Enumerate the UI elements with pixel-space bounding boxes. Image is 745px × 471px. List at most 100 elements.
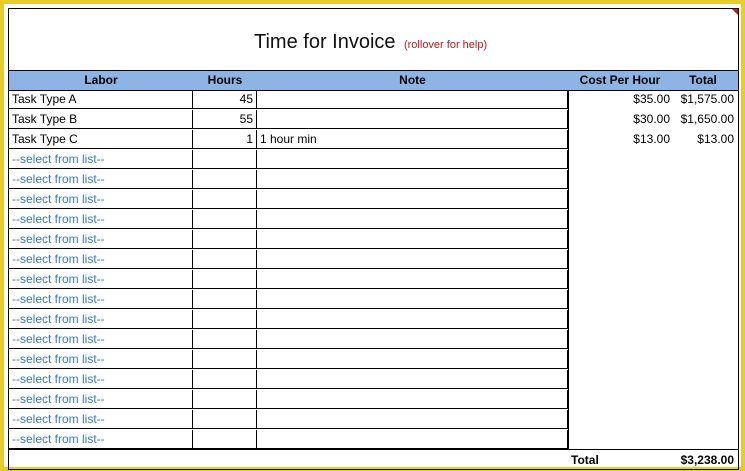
table-row: Task Type B 55 [9,110,569,130]
cost-per-hour-value [569,250,670,270]
note-input[interactable] [257,350,568,369]
total-row: Total $3,238.00 [9,449,738,470]
cost-per-hour-value [569,410,670,430]
page-title: Time for Invoice [254,31,396,53]
row-total-value [671,230,734,250]
note-input[interactable] [257,410,568,429]
note-input[interactable] [257,270,568,289]
hours-input[interactable] [193,430,257,449]
row-total-value [671,370,734,390]
labor-select[interactable]: --select from list-- [9,230,193,249]
labor-select[interactable]: --select from list-- [9,270,193,289]
cost-per-hour-value [569,270,670,290]
labor-select[interactable]: --select from list-- [9,350,193,369]
labor-select[interactable]: --select from list-- [9,430,193,449]
row-total-value: $1,650.00 [680,112,734,126]
table-row: --select from list-- [9,170,569,190]
hours-input[interactable] [193,410,257,429]
hours-input[interactable] [193,190,257,209]
labor-select[interactable]: --select from list-- [9,410,193,429]
note-input[interactable] [257,310,568,329]
labor-select[interactable]: Task Type B [9,110,193,129]
hours-input[interactable] [193,350,257,369]
hours-input[interactable] [193,270,257,289]
table-row: --select from list-- [9,210,569,230]
hours-input[interactable] [193,370,257,389]
labor-select[interactable]: Task Type C [9,130,193,149]
table-row: --select from list-- [9,150,569,170]
hours-input[interactable] [193,290,257,309]
header-hours: Hours [207,73,243,87]
row-total-value [671,350,734,370]
table-header: Labor Hours Note Cost Per Hour Total [9,70,738,91]
hours-input[interactable] [193,310,257,329]
table-row: --select from list-- [9,370,569,390]
table-row: Task Type A 45 [9,90,569,110]
labor-select[interactable]: --select from list-- [9,370,193,389]
table-row: --select from list-- [9,330,569,350]
labor-select[interactable]: --select from list-- [9,290,193,309]
hours-input[interactable] [193,170,257,189]
row-total-value [671,410,734,430]
labor-select[interactable]: --select from list-- [9,170,193,189]
row-total-value: $13.00 [697,132,734,146]
comment-indicator-icon[interactable] [732,9,738,15]
cost-per-hour-value: $13.00 [633,132,670,146]
cost-per-hour-value [569,350,670,370]
labor-select[interactable]: --select from list-- [9,310,193,329]
hours-input[interactable] [193,250,257,269]
header-note: Note [399,73,426,87]
hours-input[interactable] [193,210,257,229]
hours-input[interactable]: 45 [193,90,257,109]
labor-select[interactable]: --select from list-- [9,150,193,169]
table-row: --select from list-- [9,230,569,250]
note-input[interactable] [257,230,568,249]
labor-select[interactable]: --select from list-- [9,210,193,229]
labor-select[interactable]: --select from list-- [9,190,193,209]
labor-select[interactable]: --select from list-- [9,390,193,409]
table-row: --select from list-- [9,430,569,450]
row-total-value [671,150,734,170]
invoice-sheet-frame: Time for Invoice (rollover for help) Lab… [0,0,745,471]
note-input[interactable]: 1 hour min [257,130,568,149]
cost-per-hour-value [569,370,670,390]
cost-per-hour-value [569,310,670,330]
cost-per-hour-value [569,430,670,450]
cost-per-hour-value [569,330,670,350]
cost-per-hour-value: $35.00 [633,92,670,106]
labor-select[interactable]: Task Type A [9,90,193,109]
note-input[interactable] [257,190,568,209]
grid-divider [568,90,569,449]
hours-input[interactable]: 55 [193,110,257,129]
row-total-value [671,250,734,270]
hours-input[interactable] [193,390,257,409]
table-row: --select from list-- [9,270,569,290]
invoice-sheet: Time for Invoice (rollover for help) Lab… [8,8,739,470]
hours-input[interactable] [193,150,257,169]
note-input[interactable] [257,90,568,109]
cost-per-hour-value [569,190,670,210]
note-input[interactable] [257,170,568,189]
note-input[interactable] [257,150,568,169]
cost-per-hour-value: $30.00 [633,112,670,126]
hours-input[interactable] [193,230,257,249]
note-input[interactable] [257,250,568,269]
help-hint[interactable]: (rollover for help) [404,39,487,51]
table-row: --select from list-- [9,390,569,410]
labor-select[interactable]: --select from list-- [9,330,193,349]
row-total-value [671,270,734,290]
note-input[interactable] [257,430,568,449]
note-input[interactable] [257,370,568,389]
note-input[interactable] [257,390,568,409]
note-input[interactable] [257,110,568,129]
hours-input[interactable]: 1 [193,130,257,149]
note-input[interactable] [257,290,568,309]
note-input[interactable] [257,210,568,229]
cost-per-hour-value [569,170,670,190]
note-input[interactable] [257,330,568,349]
table-row: --select from list-- [9,290,569,310]
labor-select[interactable]: --select from list-- [9,250,193,269]
hours-input[interactable] [193,330,257,349]
row-total-value [671,390,734,410]
total-value: $3,238.00 [680,453,734,467]
